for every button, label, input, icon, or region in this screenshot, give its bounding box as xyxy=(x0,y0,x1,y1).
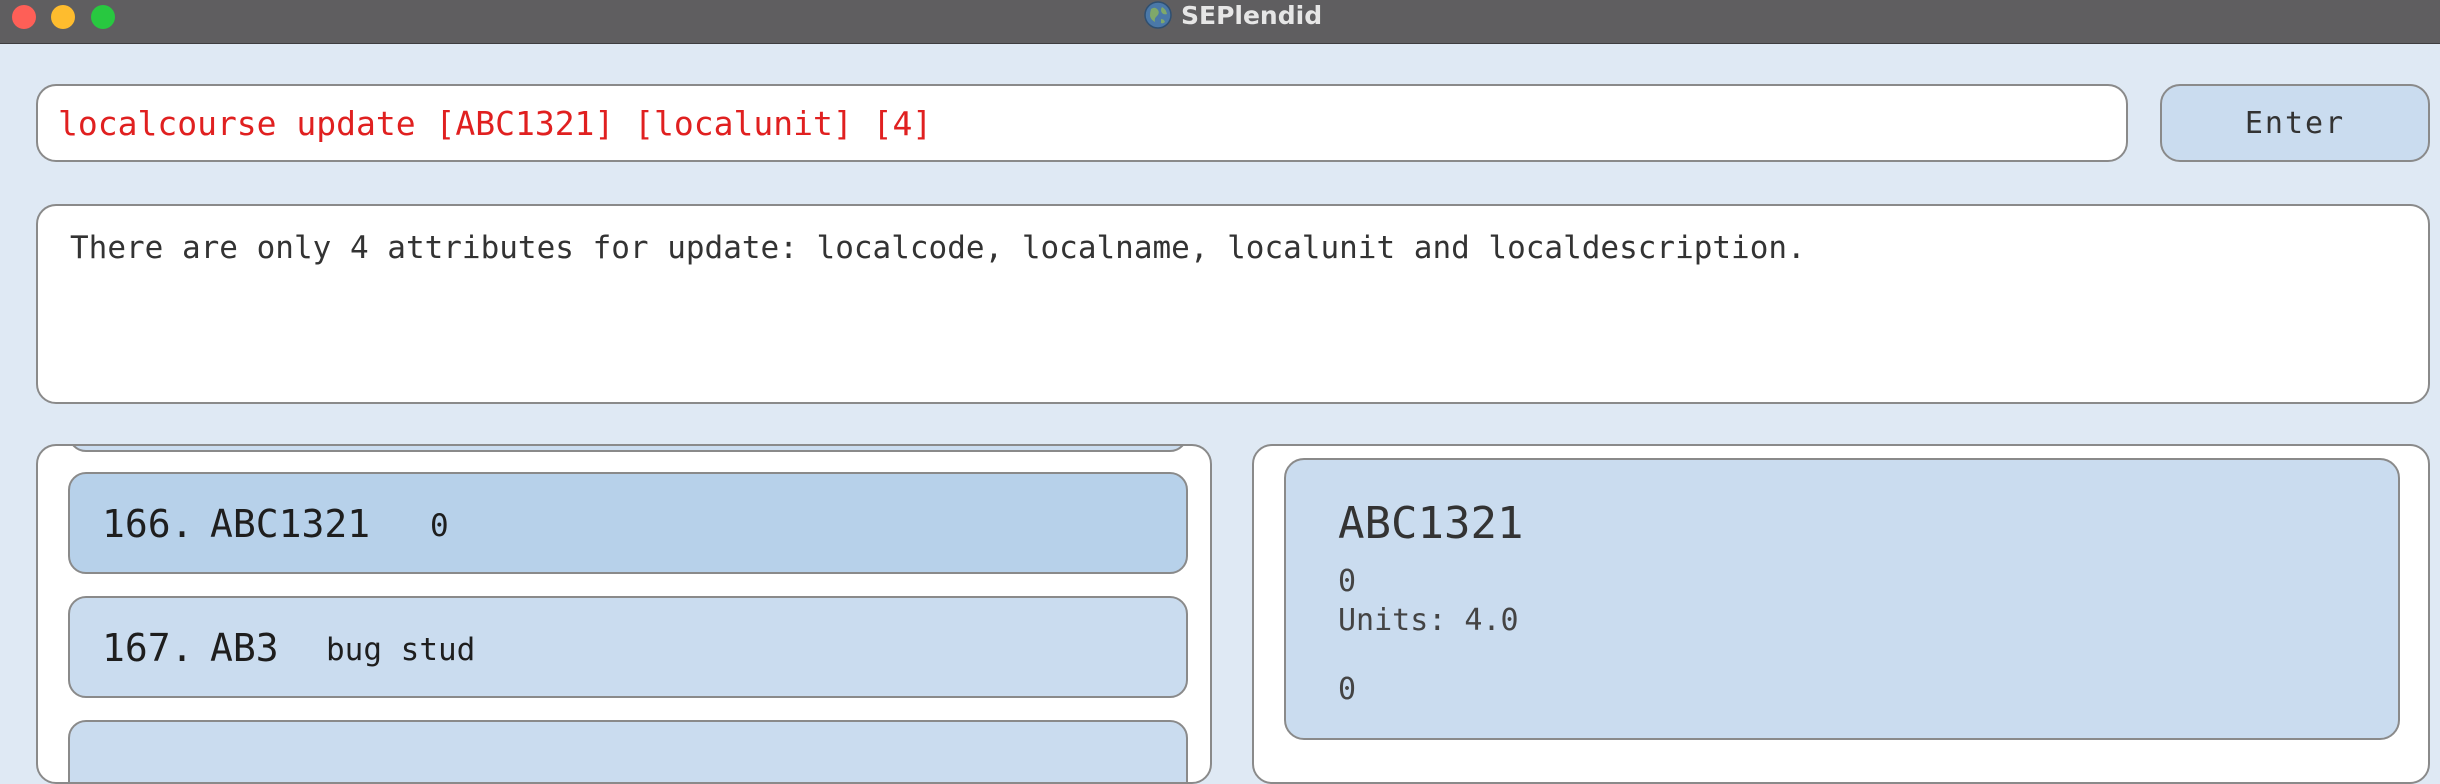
list-item-index: 166. xyxy=(102,502,194,546)
globe-icon xyxy=(1144,1,1172,29)
list-item[interactable] xyxy=(68,720,1188,782)
window-close-button[interactable] xyxy=(12,5,36,29)
window-title-group: SEPlendid xyxy=(1143,0,1322,30)
window-title: SEPlendid xyxy=(1181,0,1323,30)
result-display: There are only 4 attributes for update: … xyxy=(36,204,2430,404)
list-item-index: 167. xyxy=(102,626,194,670)
course-detail-card: ABC1321 0 Units: 4.0 0 xyxy=(1284,458,2400,740)
window-maximize-button[interactable] xyxy=(91,5,115,29)
detail-description: 0 xyxy=(1338,672,1357,707)
command-input[interactable] xyxy=(58,86,2098,160)
list-item[interactable] xyxy=(68,446,1188,452)
command-box xyxy=(36,84,2128,162)
list-item-code: ABC1321 xyxy=(210,502,371,546)
result-message: There are only 4 attributes for update: … xyxy=(70,230,1806,266)
list-item-description: bug stud xyxy=(326,632,476,668)
detail-code: ABC1321 xyxy=(1338,498,1524,549)
title-bar: SEPlendid xyxy=(0,0,2440,44)
enter-button[interactable]: Enter xyxy=(2160,84,2430,162)
window-minimize-button[interactable] xyxy=(51,5,75,29)
list-item-code: AB3 xyxy=(210,626,279,670)
list-item[interactable]: 167. AB3 bug stud xyxy=(68,596,1188,698)
course-list-panel[interactable]: 166. ABC1321 0 167. AB3 bug stud xyxy=(36,444,1212,784)
course-detail-panel: ABC1321 0 Units: 4.0 0 xyxy=(1252,444,2430,784)
detail-units: Units: 4.0 xyxy=(1338,603,1519,638)
list-item[interactable]: 166. ABC1321 0 xyxy=(68,472,1188,574)
list-item-description: 0 xyxy=(430,508,449,544)
detail-name: 0 xyxy=(1338,564,1357,599)
